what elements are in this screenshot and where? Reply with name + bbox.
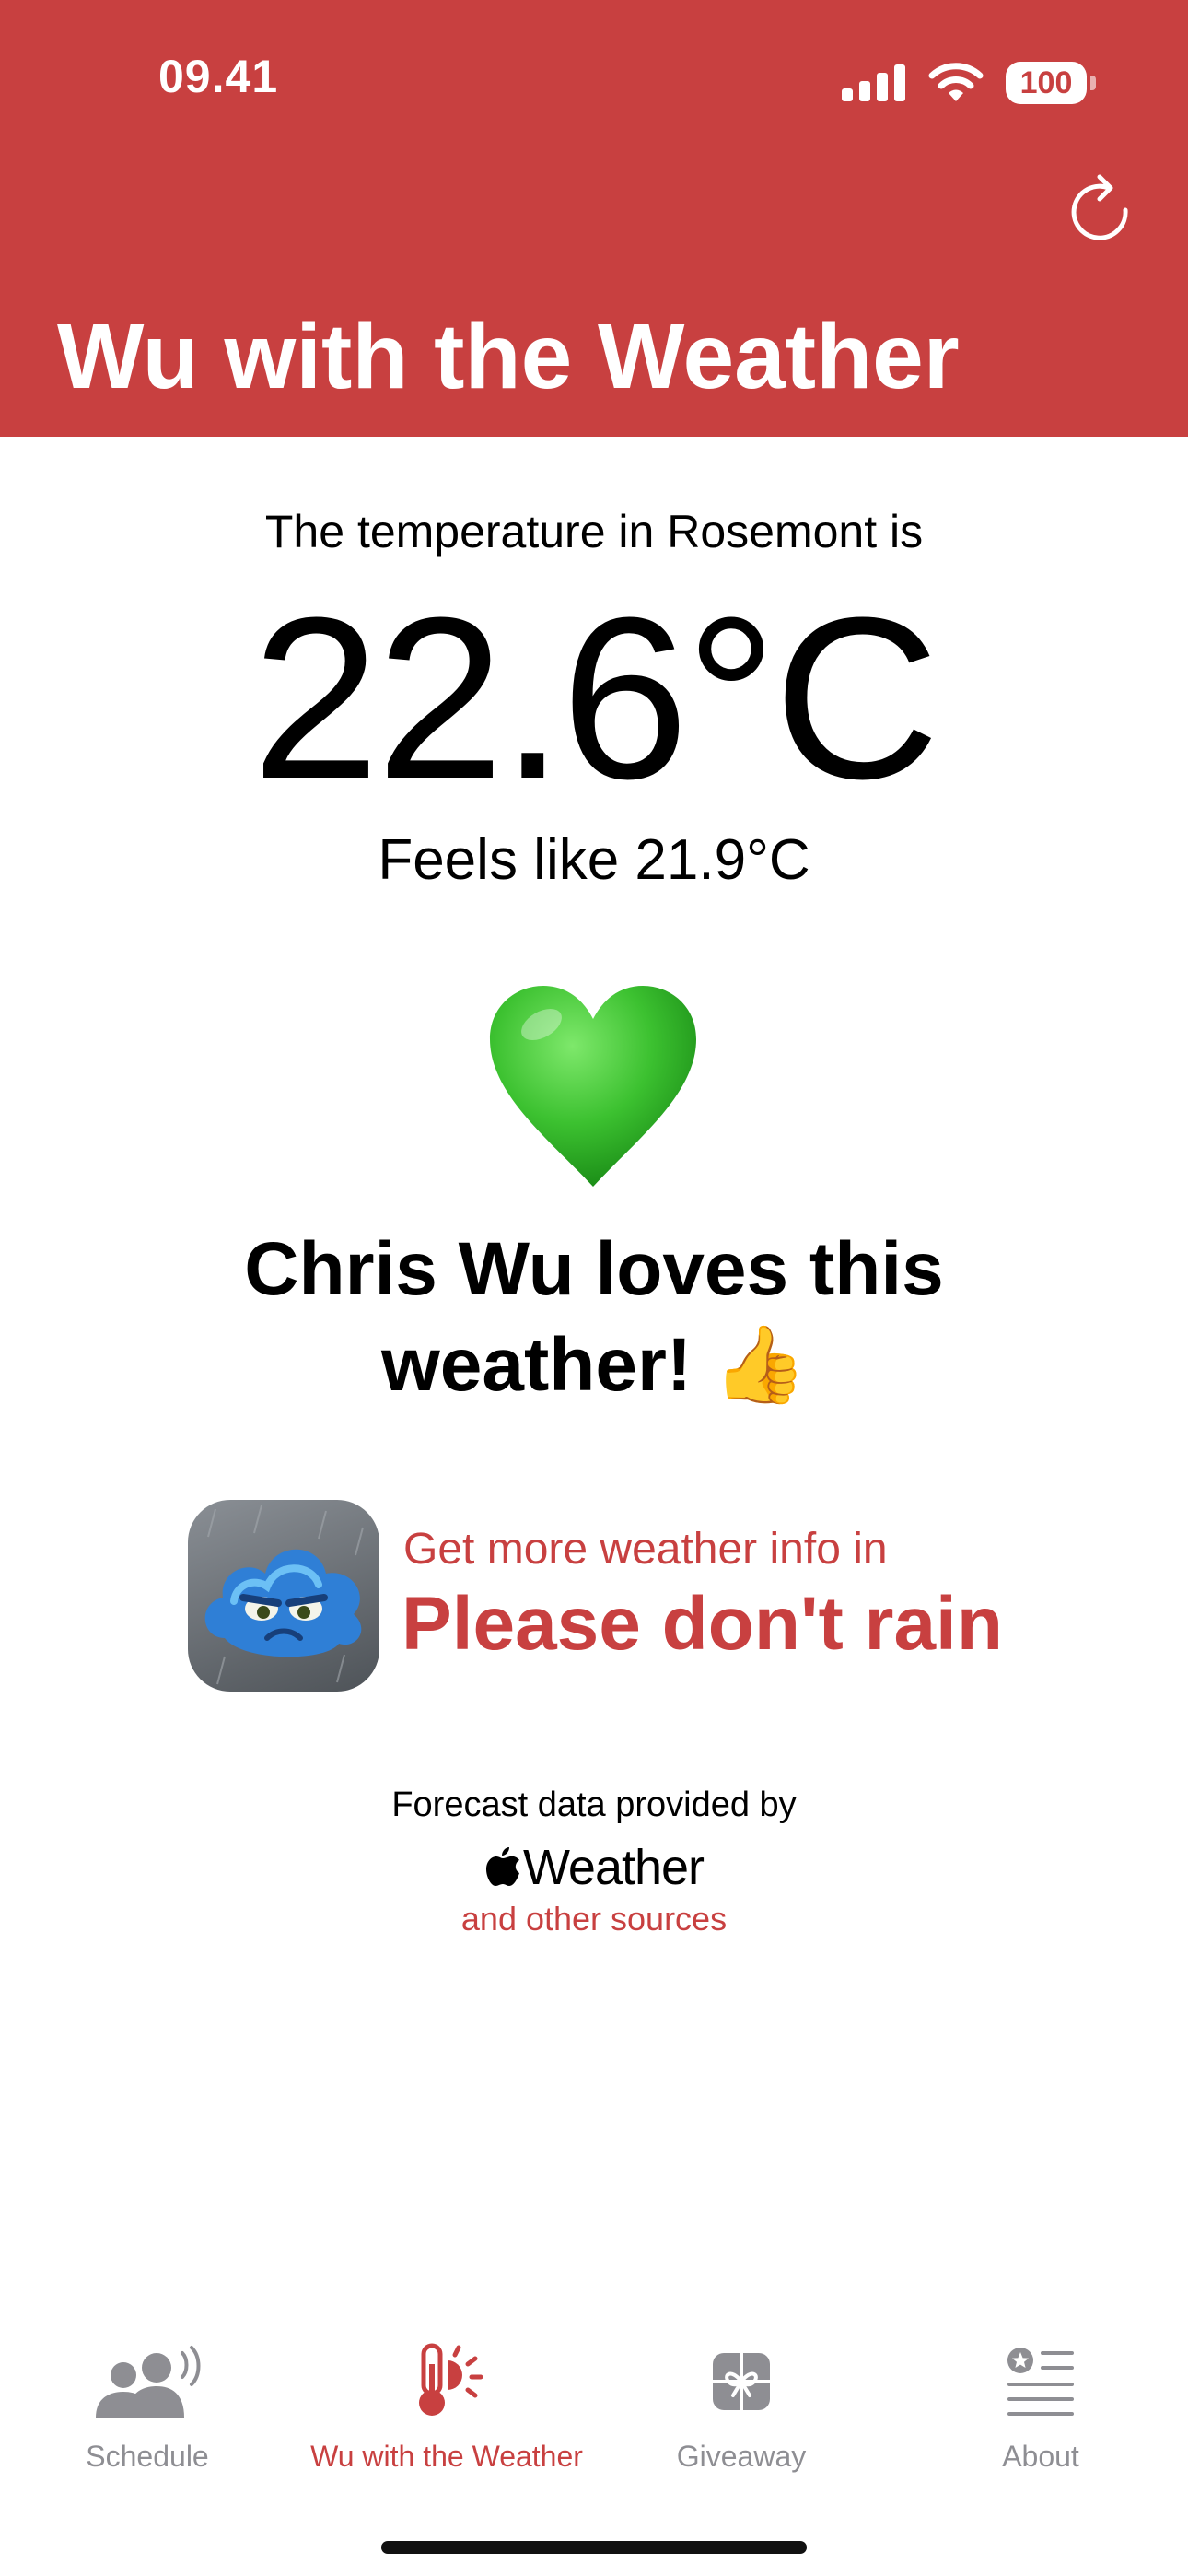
- status-icons: 100: [842, 55, 1096, 111]
- wifi-icon: [928, 63, 984, 101]
- gift-icon: [713, 2353, 770, 2410]
- tab-label-about: About: [1002, 2440, 1079, 2473]
- weather-verdict: Chris Wu loves this weather! 👍: [0, 1222, 1188, 1413]
- thermometer-sun-icon: [419, 2343, 483, 2416]
- status-time: 09.41: [158, 51, 279, 102]
- sad-cloud-icon: [204, 1505, 364, 1685]
- app-icon[interactable]: [188, 1500, 379, 1692]
- feels-like: Feels like 21.9°C: [378, 828, 810, 892]
- verdict-line-1: Chris Wu loves this: [244, 1227, 944, 1311]
- page-title: Wu with the Weather: [57, 305, 960, 408]
- temperature-value: 22.6°C: [251, 569, 939, 826]
- green-heart-icon: [490, 986, 696, 1187]
- battery-icon: 100: [1006, 62, 1096, 104]
- promo-text: Get more weather info in: [403, 1525, 888, 1574]
- home-indicator[interactable]: [381, 2541, 807, 2554]
- tab-label-weather: Wu with the Weather: [310, 2440, 583, 2473]
- promo-app-link[interactable]: Please don't rain: [402, 1581, 1003, 1668]
- tab-schedule[interactable]: Schedule: [0, 2340, 295, 2474]
- star-list-icon: [1007, 2348, 1074, 2416]
- other-sources-link[interactable]: and other sources: [0, 1900, 1188, 1938]
- tab-wu-with-the-weather[interactable]: Wu with the Weather: [299, 2340, 594, 2474]
- tab-label-giveaway: Giveaway: [676, 2440, 807, 2473]
- temperature-intro: The temperature in Rosemont is: [264, 506, 924, 557]
- apple-logo-icon: [485, 1847, 519, 1886]
- tab-bar: Schedule Wu with the Weather Giveaway Ab…: [0, 2340, 1188, 2478]
- tab-about[interactable]: About: [893, 2340, 1188, 2474]
- refresh-icon[interactable]: [1068, 173, 1133, 243]
- tab-giveaway[interactable]: Giveaway: [594, 2340, 889, 2474]
- tab-label-schedule: Schedule: [86, 2440, 209, 2473]
- header: 09.41 100 Wu with the Weather: [0, 0, 1188, 437]
- forecast-credit: Forecast data provided by: [391, 1786, 797, 1824]
- people-icon: [96, 2346, 201, 2418]
- signal-icon: [842, 64, 905, 101]
- weather-brand[interactable]: Weather: [0, 1839, 1188, 1896]
- weather-brand-label: Weather: [522, 1840, 705, 1895]
- verdict-line-2: weather! 👍: [380, 1323, 808, 1407]
